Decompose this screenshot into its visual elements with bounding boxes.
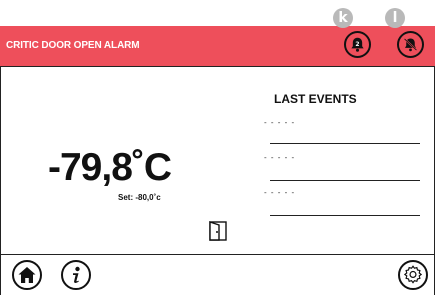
info-icon — [73, 266, 80, 283]
home-icon — [18, 267, 36, 283]
settings-button[interactable] — [398, 260, 428, 290]
callout-k: k — [333, 8, 353, 28]
event-item-2: - - - - - — [264, 153, 296, 162]
last-events-title: LAST EVENTS — [274, 92, 357, 106]
mute-alarm-button[interactable] — [397, 31, 424, 58]
door-open-icon — [209, 221, 227, 241]
temperature-value: -79,8˚C — [48, 146, 172, 189]
alarm-bell-button[interactable]: 2 — [344, 31, 371, 58]
bell-icon: 2 — [351, 37, 364, 52]
callout-l: l — [385, 8, 405, 28]
info-button[interactable] — [61, 260, 91, 290]
bell-badge: 2 — [355, 41, 359, 48]
panel-divider-top — [0, 66, 435, 67]
event-divider-1 — [270, 143, 420, 144]
bell-mute-icon — [403, 38, 418, 52]
panel-border-left — [0, 66, 1, 295]
event-item-1: - - - - - — [264, 118, 296, 127]
alarm-title: CRITIC DOOR OPEN ALARM — [6, 40, 140, 51]
settings-icon — [403, 265, 423, 284]
setpoint-value: Set: -80,0˚c — [118, 193, 161, 202]
panel-divider-bottom — [0, 254, 435, 255]
event-divider-2 — [270, 180, 420, 181]
event-item-3: - - - - - — [264, 188, 296, 197]
home-button[interactable] — [12, 260, 42, 290]
event-divider-3 — [270, 215, 420, 216]
alarm-header: CRITIC DOOR OPEN ALARM 2 — [0, 26, 435, 66]
